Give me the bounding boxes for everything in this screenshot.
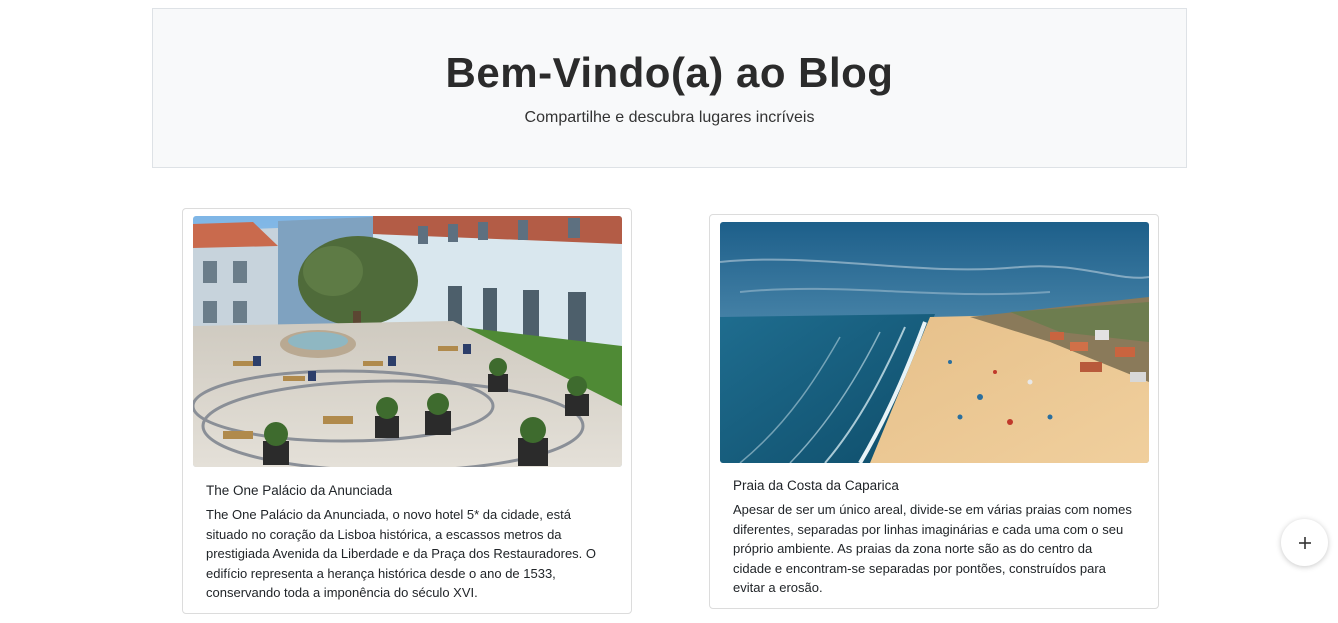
beach-aerial-illustration <box>720 222 1149 463</box>
page-title: Bem-Vindo(a) ao Blog <box>445 49 894 96</box>
plus-icon <box>1298 536 1311 549</box>
hero-banner: Bem-Vindo(a) ao Blog Compartilhe e descu… <box>152 8 1187 168</box>
post-body: Apesar de ser um único areal, divide-se … <box>733 502 1132 596</box>
hotel-courtyard-illustration <box>193 216 622 467</box>
post-card[interactable]: The One Palácio da Anunciada The One Pal… <box>182 208 632 614</box>
post-body: The One Palácio da Anunciada, o novo hot… <box>206 507 597 601</box>
post-card[interactable]: Praia da Costa da Caparica Apesar de ser… <box>709 214 1159 609</box>
add-post-button[interactable] <box>1281 519 1328 566</box>
post-image-beach[interactable] <box>720 222 1149 463</box>
page: Bem-Vindo(a) ao Blog Compartilhe e descu… <box>0 0 1338 623</box>
post-title[interactable]: Praia da Costa da Caparica <box>733 478 899 493</box>
page-subtitle: Compartilhe e descubra lugares incríveis <box>524 109 815 126</box>
post-title[interactable]: The One Palácio da Anunciada <box>206 483 392 498</box>
post-image-hotel-courtyard[interactable] <box>193 216 622 467</box>
